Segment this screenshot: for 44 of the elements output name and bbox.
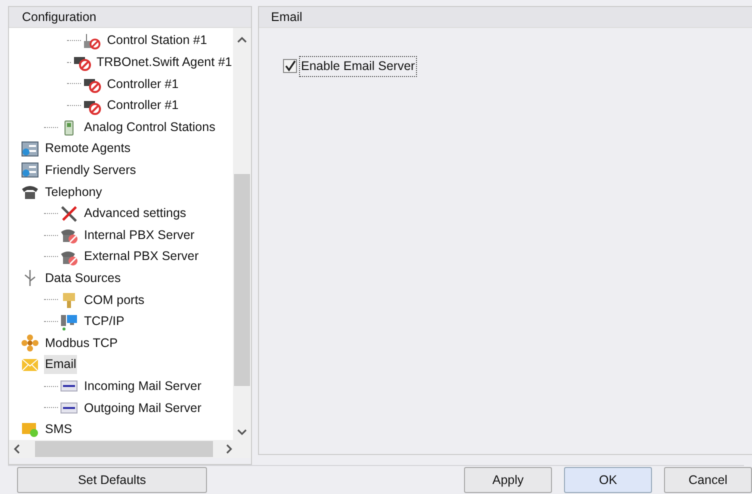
tree-item[interactable]: Incoming Mail Server <box>83 376 202 396</box>
vertical-scrollbar[interactable] <box>233 28 251 440</box>
tree-item[interactable]: SMS <box>44 420 74 439</box>
tree-item[interactable]: Internal PBX Server <box>83 226 196 245</box>
tree-item[interactable]: Modbus TCP <box>44 334 119 352</box>
tree-item[interactable]: Outgoing Mail Server <box>83 398 202 418</box>
dialog-button[interactable]: Apply <box>464 467 552 494</box>
tree-item[interactable]: Remote Agents <box>44 139 132 158</box>
scroll-right-icon[interactable] <box>225 444 233 454</box>
server-icon <box>21 140 39 158</box>
server-icon <box>21 161 39 180</box>
flower-icon <box>21 334 39 352</box>
tree-item[interactable]: Control Station #1 <box>106 31 208 50</box>
tree-item[interactable]: Controller #1 <box>106 74 180 94</box>
tree-item[interactable]: Analog Control Stations <box>83 118 216 137</box>
set-defaults-button[interactable]: Set Defaults <box>17 467 207 494</box>
tools-icon <box>60 204 78 223</box>
scroll-up-icon[interactable] <box>237 36 247 44</box>
message-icon <box>21 420 39 438</box>
scrollbar-thumb[interactable] <box>35 441 213 458</box>
panel-title: Email <box>259 7 752 28</box>
tree-item[interactable]: Controller #1 <box>106 96 180 115</box>
tree-item[interactable]: TRBOnet.Swift Agent #1 <box>96 53 233 72</box>
tree-item[interactable]: Friendly Servers <box>44 160 137 180</box>
horizontal-scrollbar[interactable] <box>9 440 251 458</box>
tree-item[interactable]: Advanced settings <box>83 204 188 223</box>
dialog-button[interactable]: OK <box>564 467 652 494</box>
checkbox-label[interactable]: Enable Email Server <box>299 56 417 77</box>
checkmark-icon <box>284 60 296 72</box>
dialog-button[interactable]: Cancel <box>664 467 752 494</box>
tree-item[interactable]: Telephony <box>44 182 103 202</box>
tree-item[interactable]: Email <box>44 355 78 374</box>
tree-item[interactable]: External PBX Server <box>83 247 200 266</box>
tree-item[interactable]: COM ports <box>83 290 146 310</box>
network-computer-icon <box>60 312 78 331</box>
scroll-left-icon[interactable] <box>13 444 21 454</box>
panel-title: Configuration <box>9 7 251 28</box>
tree-item[interactable]: Data Sources <box>44 268 122 288</box>
scrollbar-thumb[interactable] <box>234 174 250 386</box>
tree-item[interactable]: TCP/IP <box>83 312 126 331</box>
checkbox[interactable] <box>283 59 297 74</box>
scroll-down-icon[interactable] <box>237 428 247 436</box>
serial-port-icon <box>60 290 78 309</box>
radio-station-icon <box>83 32 101 50</box>
